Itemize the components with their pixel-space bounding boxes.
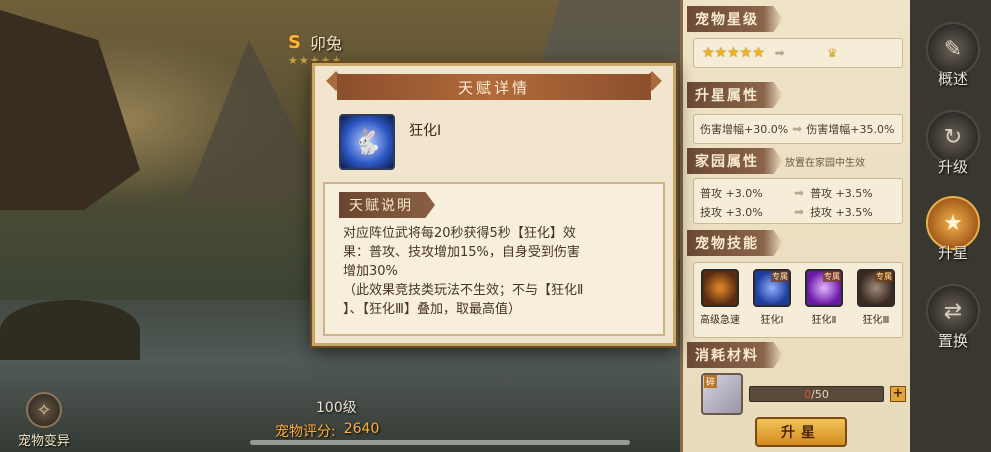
material-current: 0 xyxy=(804,387,812,401)
talent-detail-dialog: 天赋详情 🐇 狂化Ⅰ 天赋说明 对应阵位武将每20秒获得5秒【狂化】效 果：普攻… xyxy=(312,63,676,346)
home-attr-row: 技攻 +3.0% ➡ 技攻 +3.5% xyxy=(700,202,896,221)
dialog-header: 天赋详情 xyxy=(337,74,651,100)
current-stars: ★★★★★ xyxy=(702,45,765,61)
section-title-materials: 消耗材料 xyxy=(687,342,783,368)
skill-item[interactable]: 专属 狂化Ⅱ xyxy=(802,269,846,337)
arrow-right-icon: ➡ xyxy=(792,122,803,136)
pet-score-label: 宠物评分: xyxy=(275,424,336,440)
section-star-level: 宠物星级 xyxy=(687,6,907,32)
rabbit-skill-icon: 专属 xyxy=(753,269,791,307)
pet-info-panel: 宠物星级 ★★★★★ ➡ ♛ 升星属性 伤害增幅+30.0% ➡ 伤害增幅+35… xyxy=(680,0,910,452)
skill-item[interactable]: 专属 狂化Ⅲ xyxy=(854,269,898,337)
section-materials: 消耗材料 xyxy=(687,342,907,368)
pet-score-value: 2640 xyxy=(343,421,380,437)
home-attr-current: 普攻 +3.0% xyxy=(700,186,763,200)
home-attr-note: 放置在家园中生效 xyxy=(785,157,865,169)
star-level-box: ★★★★★ ➡ ♛ xyxy=(693,38,903,68)
description-label: 天赋说明 xyxy=(339,192,435,218)
pet-name: 卯兔 xyxy=(310,34,343,53)
section-title-skills: 宠物技能 xyxy=(687,230,783,256)
tab-level-up[interactable]: ↻ 升级 xyxy=(918,110,988,177)
home-attr-row: 普攻 +3.0% ➡ 普攻 +3.5% xyxy=(700,183,896,202)
tab-overview[interactable]: ✎ 概述 xyxy=(918,22,988,89)
upstar-button[interactable]: 升星 xyxy=(755,417,847,447)
section-title-upgrade-attr: 升星属性 xyxy=(687,82,783,108)
material-row: 碎 0 /50 + xyxy=(701,373,906,415)
tab-label: 置换 xyxy=(937,332,968,350)
talent-name: 狂化Ⅰ xyxy=(409,123,442,139)
description-line: （此效果竞技类玩法不生效；不与【狂化Ⅱ xyxy=(343,283,584,298)
skills-box: 高级急速 专属 狂化Ⅰ 专属 狂化Ⅱ 专属 狂化Ⅲ xyxy=(693,262,903,338)
talent-description: 对应阵位武将每20秒获得5秒【狂化】效 果：普攻、技攻增加15%，自身受到伤害 … xyxy=(343,224,661,319)
skill-item[interactable]: 高级急速 xyxy=(698,269,742,337)
upgrade-next: 伤害增幅+35.0% xyxy=(806,123,895,136)
section-home-attr: 家园属性 放置在家园中生效 xyxy=(687,148,907,174)
material-required: /50 xyxy=(811,387,829,401)
tab-label: 升级 xyxy=(937,158,968,176)
home-attr-box: 普攻 +3.0% ➡ 普攻 +3.5% 技攻 +3.0% ➡ 技攻 +3.5% xyxy=(693,178,903,224)
home-indicator-bar xyxy=(250,440,630,445)
skill-label: 狂化Ⅱ xyxy=(811,315,837,326)
skill-label: 高级急速 xyxy=(700,315,740,326)
wolf-icon: ✧ xyxy=(26,392,62,428)
add-material-button[interactable]: + xyxy=(890,386,906,402)
tab-label: 概述 xyxy=(937,70,968,88)
arrow-right-icon: ➡ xyxy=(774,46,785,60)
description-line: 果：普攻、技攻增加15%，自身受到伤害 xyxy=(343,245,580,260)
pet-level: 100级 xyxy=(316,400,357,416)
skill-label: 狂化Ⅲ xyxy=(862,315,890,326)
skill-label: 狂化Ⅰ xyxy=(760,315,784,326)
tab-label: 升星 xyxy=(937,244,968,262)
pet-name-row: S 卯兔 xyxy=(288,30,342,54)
home-attr-next: 技攻 +3.5% xyxy=(810,205,873,219)
rabbit-skill-icon: 专属 xyxy=(857,269,895,307)
rabbit-skill-icon: 专属 xyxy=(805,269,843,307)
pet-score: 宠物评分: 2640 xyxy=(275,421,379,441)
rank-s-icon: S xyxy=(288,32,301,53)
exclusive-tag: 专属 xyxy=(771,271,789,282)
crown-icon: ♛ xyxy=(826,46,838,60)
dialog-title: 天赋详情 xyxy=(457,78,530,97)
arrow-right-icon: ➡ xyxy=(794,185,805,200)
arrow-right-icon: ➡ xyxy=(794,204,805,219)
swift-skill-icon xyxy=(701,269,739,307)
rabbit-icon: 🐇 xyxy=(352,128,382,156)
description-line: 对应阵位武将每20秒获得5秒【狂化】效 xyxy=(343,226,576,241)
tab-star-up[interactable]: ★ 升星 xyxy=(918,196,988,263)
skill-item[interactable]: 专属 狂化Ⅰ xyxy=(750,269,794,337)
section-title-star-level: 宠物星级 xyxy=(687,6,783,32)
exclusive-tag: 专属 xyxy=(823,271,841,282)
section-skills: 宠物技能 xyxy=(687,230,907,256)
side-tabs: ✎ 概述 ↻ 升级 ★ 升星 ⇄ 置换 xyxy=(910,0,991,452)
tab-swap[interactable]: ⇄ 置换 xyxy=(918,284,988,351)
pet-variant-button[interactable]: ✧ 宠物变异 xyxy=(4,392,84,452)
section-upgrade-attr: 升星属性 xyxy=(687,82,907,108)
material-progress-bar: 0 /50 xyxy=(749,386,884,402)
pet-variant-label: 宠物变异 xyxy=(17,434,70,449)
talent-description-box: 天赋说明 对应阵位武将每20秒获得5秒【狂化】效 果：普攻、技攻增加15%，自身… xyxy=(323,182,665,336)
fragment-badge: 碎 xyxy=(704,375,718,388)
rabbit-talent-icon: 🐇 xyxy=(339,114,395,170)
description-line: 增加30% xyxy=(343,264,398,279)
exclusive-tag: 专属 xyxy=(875,271,893,282)
rabbit-fragment-icon[interactable]: 碎 xyxy=(701,373,743,415)
section-title-home-attr: 家园属性 xyxy=(687,148,783,174)
description-line: 】、【狂化Ⅲ】叠加，取最高值） xyxy=(343,302,521,317)
upgrade-attr-box: 伤害增幅+30.0% ➡ 伤害增幅+35.0% xyxy=(693,114,903,144)
home-attr-next: 普攻 +3.5% xyxy=(810,186,873,200)
upgrade-current: 伤害增幅+30.0% xyxy=(700,123,789,136)
home-attr-current: 技攻 +3.0% xyxy=(700,205,763,219)
